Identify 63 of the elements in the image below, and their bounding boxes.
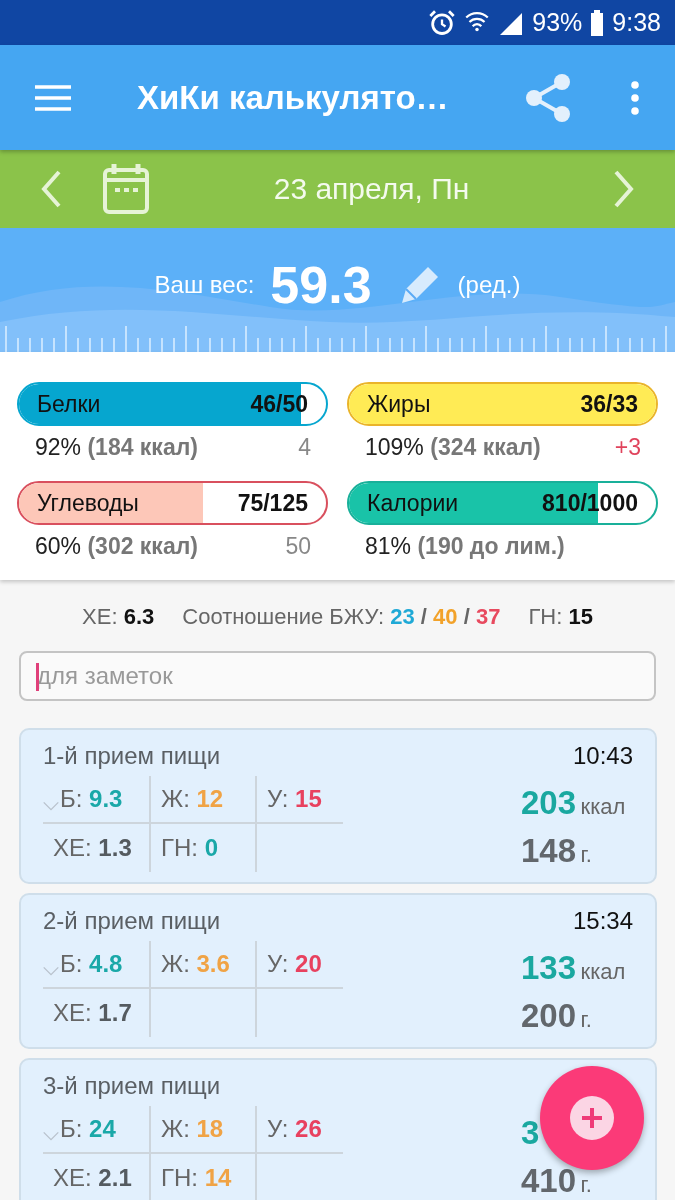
gn-total: ГН: 15 [528,604,593,630]
meal-card[interactable]: 3-й прием пищи Б: 24 Ж: 18 У: 26 ХЕ: 2.1 ГН: 14 3 410 г. [19,1058,657,1200]
weight-total: 200 г. [521,997,592,1035]
nutrient-name: Жиры [367,390,431,418]
weight-total: 148 г. [521,832,592,870]
percent-text: 92% (184 ккал) [35,434,198,461]
nutrient-stat: У: 20 [267,950,322,978]
battery-percent: 93% [532,8,583,37]
nutrient-stat: Ж: 12 [161,785,224,813]
nutrient-stat: Б: 9.3 [60,785,123,813]
meal-title: 3-й прием пищи [43,1072,221,1100]
kcal-total: 133 ккал [521,949,626,987]
nutrient-name: Углеводы [37,489,139,517]
nutrient-name: Белки [37,390,101,418]
bju-ratio: Соотношение БЖУ: 23 / 40 / 37 [182,604,501,630]
chevron-down-icon[interactable] [43,966,59,976]
nutrient-stat: Ж: 18 [161,1115,224,1143]
kcal-total: 203 ккал [521,784,626,822]
remainder-value: 4 [298,434,311,461]
kcal-total: 3 [521,1114,540,1152]
date-label: 23 апреля, Пн [272,172,471,206]
calendar-icon[interactable] [102,163,150,215]
nutrient-stat: У: 26 [267,1115,322,1143]
text-cursor [36,663,39,691]
chevron-down-icon[interactable] [43,1131,59,1141]
battery-icon [590,9,605,36]
meal-time: 15:34 [572,907,633,935]
weight-label: Ваш вес: [154,271,255,299]
menu-icon[interactable] [35,83,71,112]
percent-text: 109% (324 ккал) [365,434,541,461]
nutrient-stat: ГН: 0 [161,834,219,862]
app-title: ХиКи калькулято… [137,78,450,117]
weight-total: 410 г. [521,1162,592,1200]
alarm-icon [428,8,457,37]
chevron-down-icon[interactable] [43,801,59,811]
nutrient-stat: Ж: 3.6 [161,950,230,978]
meal-card[interactable]: 1-й прием пищи 10:43 Б: 9.3 Ж: 12 У: 15 ХЕ: 1.3 ГН: 0 203 ккал 148 г. [19,728,657,884]
meal-time: 10:43 [572,742,633,770]
nutrient-stat: ХЕ: 1.7 [53,999,132,1027]
remainder-value: 50 [285,533,311,560]
clock-time: 9:38 [612,8,661,37]
nutrient-stat: ХЕ: 1.3 [53,834,132,862]
plus-icon [569,1095,615,1141]
nutrient-stat: Б: 4.8 [60,950,123,978]
nutrient-stat: Б: 24 [60,1115,116,1143]
remainder-value: +3 [614,434,641,461]
chevron-right-icon[interactable] [613,170,635,208]
xe-total: ХЕ: 6.3 [82,604,155,630]
meal-title: 2-й прием пищи [43,907,221,935]
nutrient-stat: ХЕ: 2.1 [53,1164,132,1192]
chevron-left-icon[interactable] [40,170,62,208]
share-icon[interactable] [524,72,572,123]
meal-card[interactable]: 2-й прием пищи 15:34 Б: 4.8 Ж: 3.6 У: 20 ХЕ: 1.7 133 ккал 200 г. [19,893,657,1049]
nutrient-stat: ГН: 14 [161,1164,232,1192]
nutrient-stat: У: 15 [267,785,322,813]
nutrient-name: Калории [367,489,459,517]
meal-title: 1-й прием пищи [43,742,221,770]
more-icon[interactable] [630,80,640,115]
weight-value: 59.3 [270,255,372,315]
nutrient-amount: 75/125 [237,489,308,517]
percent-text: 81% (190 до лим.) [365,533,565,560]
percent-text: 60% (302 ккал) [35,533,198,560]
nutrient-amount: 36/33 [580,390,638,418]
